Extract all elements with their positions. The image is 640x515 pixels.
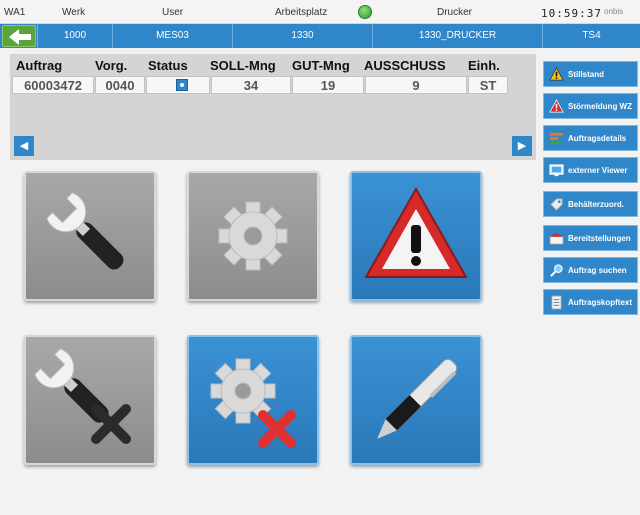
user-value: MES03 xyxy=(112,24,232,48)
user-label: User xyxy=(162,7,184,18)
printer-label: Drucker xyxy=(437,7,473,18)
back-button[interactable] xyxy=(2,25,36,47)
side-button-label: Störmeldung WZ xyxy=(568,102,632,111)
side-button-external-viewer[interactable]: externer Viewer xyxy=(543,157,638,183)
order-number[interactable]: 60003472 xyxy=(12,76,94,94)
terminal-value: TS4 xyxy=(542,24,640,48)
tile-fault[interactable] xyxy=(350,171,482,301)
scroll-left-button[interactable]: ◀ xyxy=(14,136,34,156)
scroll-right-button[interactable]: ▶ xyxy=(512,136,532,156)
side-button-staging[interactable]: Bereitstellungen xyxy=(543,225,638,251)
tile-stop-production[interactable] xyxy=(187,335,319,465)
arrow-left-icon xyxy=(9,29,31,45)
plant-label: Werk xyxy=(62,7,86,18)
chart-icon xyxy=(549,132,564,145)
workplace-label: Arbeitsplatz xyxy=(275,7,328,18)
column-header-unit: Einh. xyxy=(468,58,500,73)
side-button-label: Bereitstellungen xyxy=(568,234,631,243)
tile-production[interactable] xyxy=(187,171,319,301)
warning-icon xyxy=(549,67,564,81)
side-button-label: Auftragskopftext xyxy=(568,298,633,307)
plant-value: 1000 xyxy=(37,24,112,48)
alert-icon xyxy=(549,99,564,113)
document-icon xyxy=(551,295,562,310)
side-button-label: externer Viewer xyxy=(568,166,628,175)
order-table: Auftrag Vorg. Status SOLL-Mng GUT-Mng AU… xyxy=(10,54,536,160)
tile-setup[interactable] xyxy=(24,171,156,301)
side-button-container-assign[interactable]: Behälterzuord. xyxy=(543,191,638,217)
warning-icon xyxy=(364,186,468,278)
column-header-order: Auftrag xyxy=(16,58,63,73)
brand-logo: onbis xyxy=(604,7,624,16)
gear-cancel-icon xyxy=(210,358,296,448)
side-button-label: Auftrag suchen xyxy=(568,266,627,275)
side-button-order-header-text[interactable]: Auftragskopftext xyxy=(543,289,638,315)
pen-icon xyxy=(377,358,458,439)
tile-report[interactable] xyxy=(350,335,482,465)
column-header-good-qty: GUT-Mng xyxy=(292,58,350,73)
header-values: 1000 MES03 1330 1330_DRUCKER TS4 xyxy=(0,24,640,48)
box-icon xyxy=(549,232,564,245)
header-labels: WA1 Werk User Arbeitsplatz Drucker 10:59… xyxy=(0,0,640,24)
side-button-label: Stillstand xyxy=(568,70,605,79)
clock: 10:59:37 xyxy=(541,7,602,20)
tag-icon xyxy=(550,198,563,211)
search-icon xyxy=(550,264,563,277)
status-indicator-icon xyxy=(176,79,188,91)
tile-end-setup[interactable] xyxy=(24,335,156,465)
side-button-label: Behälterzuord. xyxy=(568,200,625,209)
column-header-status: Status xyxy=(148,58,188,73)
good-qty[interactable]: 19 xyxy=(292,76,364,94)
wrench-icon xyxy=(46,192,124,270)
operation-number[interactable]: 0040 xyxy=(95,76,145,94)
station-label: WA1 xyxy=(4,7,26,18)
column-header-scrap: AUSSCHUSS xyxy=(364,58,446,73)
connection-status-icon xyxy=(358,5,372,19)
printer-value: 1330_DRUCKER xyxy=(372,24,542,48)
side-button-search-order[interactable]: Auftrag suchen xyxy=(543,257,638,283)
side-button-label: Auftragsdetails xyxy=(568,134,627,143)
column-header-target-qty: SOLL-Mng xyxy=(210,58,276,73)
target-qty[interactable]: 34 xyxy=(211,76,291,94)
scrap-qty[interactable]: 9 xyxy=(365,76,467,94)
unit[interactable]: ST xyxy=(468,76,508,94)
side-button-tool-fault[interactable]: Störmeldung WZ xyxy=(543,93,638,119)
workplace-value: 1330 xyxy=(232,24,372,48)
wrench-cancel-icon xyxy=(34,348,131,444)
column-header-operation: Vorg. xyxy=(95,58,128,73)
gear-icon xyxy=(218,201,288,271)
monitor-icon xyxy=(549,164,564,177)
side-button-downtime[interactable]: Stillstand xyxy=(543,61,638,87)
side-button-order-details[interactable]: Auftragsdetails xyxy=(543,125,638,151)
